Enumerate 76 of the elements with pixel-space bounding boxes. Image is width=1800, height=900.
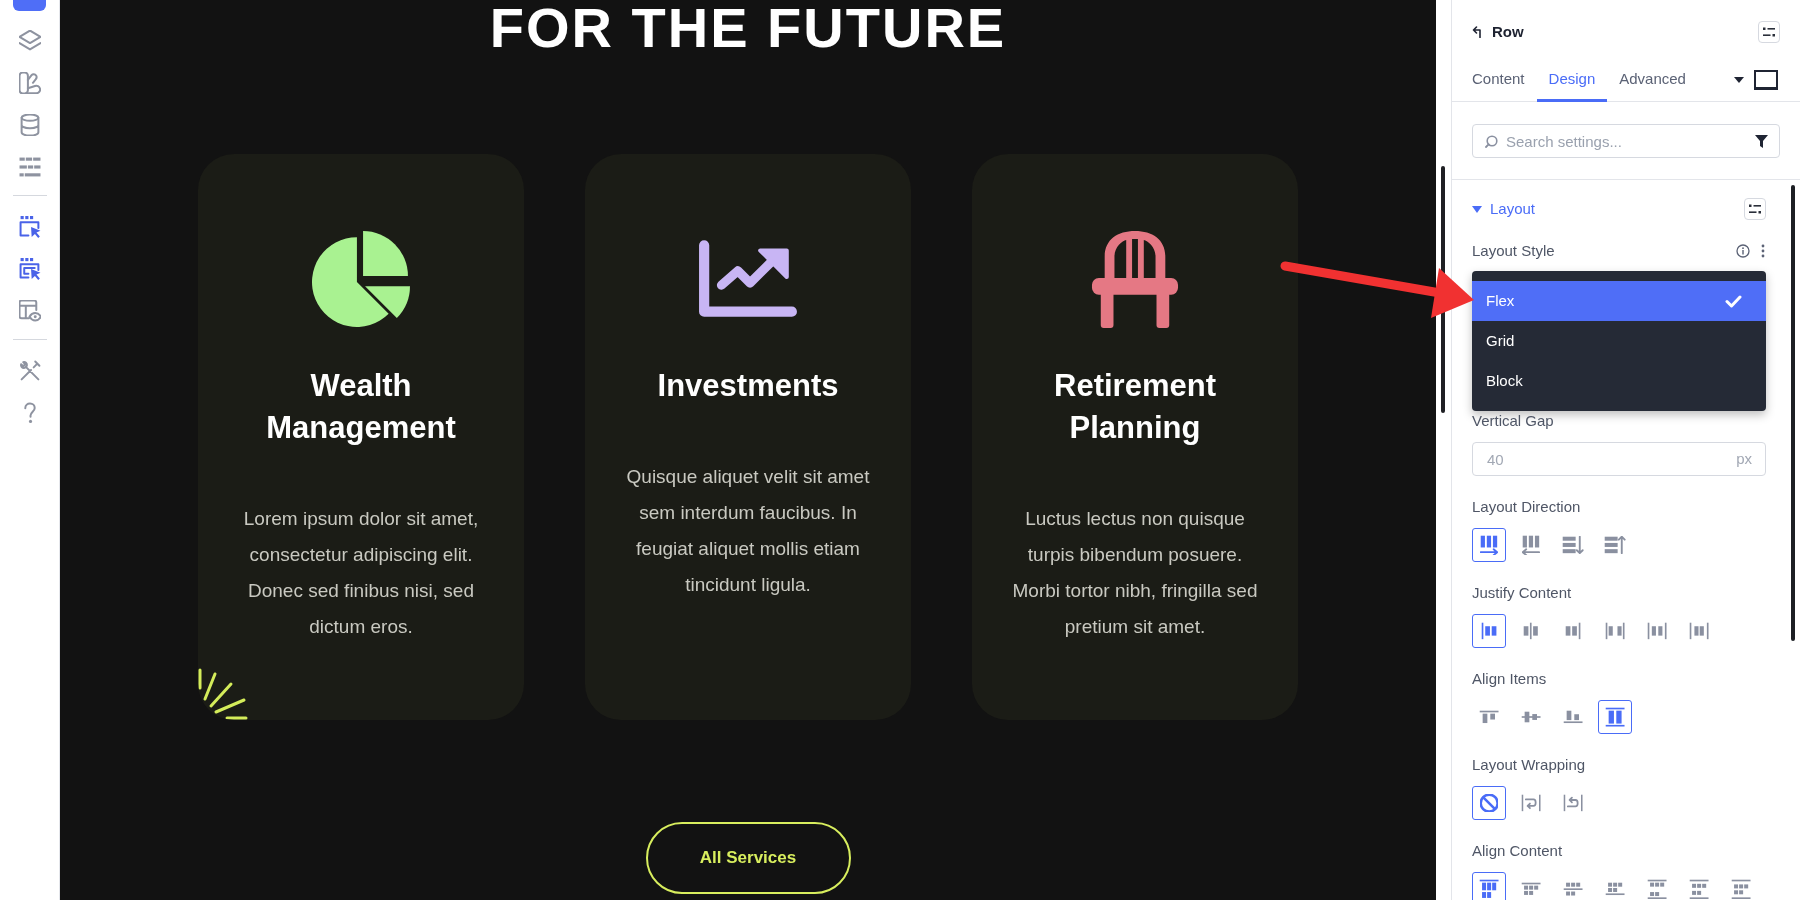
caret-down-icon[interactable] [1734,77,1744,83]
content-start-icon [1520,882,1542,896]
tools-icon[interactable] [18,360,41,382]
wrap-reverse-icon [1562,794,1584,812]
content-evenly-icon [1730,878,1752,900]
shapes-icon[interactable] [18,72,41,94]
content-between-icon [1646,878,1668,900]
options-button[interactable] [1758,21,1780,43]
dropdown-option[interactable]: Flex [1472,281,1766,321]
options-icon [1749,204,1761,214]
justify-between-icon [1604,622,1626,640]
check-icon [1725,294,1742,308]
field-label: Vertical Gap [1472,410,1554,431]
search-field[interactable]: Search settings... [1472,124,1780,158]
lines-arrow-down-icon [1562,536,1584,554]
back-arrow-icon[interactable] [1472,26,1484,38]
card-text: Luctus lectus non quisque turpis bibendum posuere. Morbi tortor nibh, fringilla sed pretium sit amet. [1011,507,1259,639]
option-button[interactable] [1472,614,1506,648]
justify-start-icon [1480,622,1498,640]
sidebar-button[interactable] [13,0,46,11]
cursor-frame-icon[interactable] [18,258,41,280]
field-label: Align Items [1472,668,1547,689]
justify-end-icon [1564,622,1582,640]
content-around-icon [1688,878,1710,900]
options-button[interactable] [1744,198,1766,220]
search-icon [1485,135,1498,148]
options-icon [1763,27,1775,37]
align-top-icon [1478,710,1500,724]
card-title: Investments [656,367,840,405]
filter-icon[interactable] [1755,135,1768,148]
option-button[interactable] [1472,528,1506,562]
justify-center-icon [1523,622,1539,640]
panel-title: Row [1492,21,1524,42]
align-bottom-icon [1562,710,1584,724]
option-button[interactable] [1472,872,1506,900]
field-label: Align Content [1472,840,1563,861]
bars-arrow-left-icon [1522,534,1540,556]
panel-tab[interactable]: Content [1460,59,1537,102]
content-center-icon [1562,881,1584,897]
field-label: Justify Content [1472,582,1572,603]
dropdown-option[interactable]: Block [1472,361,1766,401]
option-button[interactable] [1472,786,1506,820]
content-end-icon [1604,882,1626,896]
card-text: Lorem ipsum dolor sit amet, consectetur adipiscing elit. Donec sed finibus nisi, sed dictum eros. [242,507,480,639]
kebab-icon[interactable] [1761,244,1765,258]
cursor-frame-icon[interactable] [18,216,41,238]
cta-button[interactable]: All Services [645,822,851,894]
rows-icon[interactable] [18,156,41,178]
field-label: Layout Direction [1472,496,1581,517]
database-icon[interactable] [18,114,41,136]
panel-tab[interactable]: Design [1536,59,1608,102]
lines-arrow-up-icon [1604,536,1626,554]
section-heading: FOR THE FUTURE [489,0,1007,56]
dropdown-option[interactable]: Grid [1472,321,1766,361]
option-button[interactable] [1598,700,1632,734]
card-title: Retirement Planning [1053,367,1217,447]
justify-evenly-icon [1688,622,1710,640]
layout-eye-icon[interactable] [18,300,41,322]
justify-around-icon [1646,622,1668,640]
bars-arrow-right-icon [1480,534,1498,556]
scrollbar[interactable] [1791,185,1795,641]
no-wrap-icon [1479,793,1499,813]
info-icon[interactable] [1736,244,1750,258]
card-text: Quisque aliquet velit sit amet sem interdum faucibus. In feugiat aliquet mollis etiam tincidunt ligula. [625,465,871,597]
align-stretch-icon [1604,706,1626,728]
field-label: Layout Style [1472,240,1555,261]
field-label: Layout Wrapping [1472,754,1586,775]
content-stretch-icon [1478,879,1500,899]
section-title[interactable]: Layout [1490,197,1536,221]
layers-icon[interactable] [18,30,41,52]
frame-icon[interactable] [1754,70,1778,90]
unit-label: px [1736,449,1752,469]
wrap-icon [1520,794,1542,812]
card-title: Wealth Management [265,367,457,447]
align-middle-icon [1520,711,1542,723]
panel-tab[interactable]: Advanced [1607,59,1698,102]
